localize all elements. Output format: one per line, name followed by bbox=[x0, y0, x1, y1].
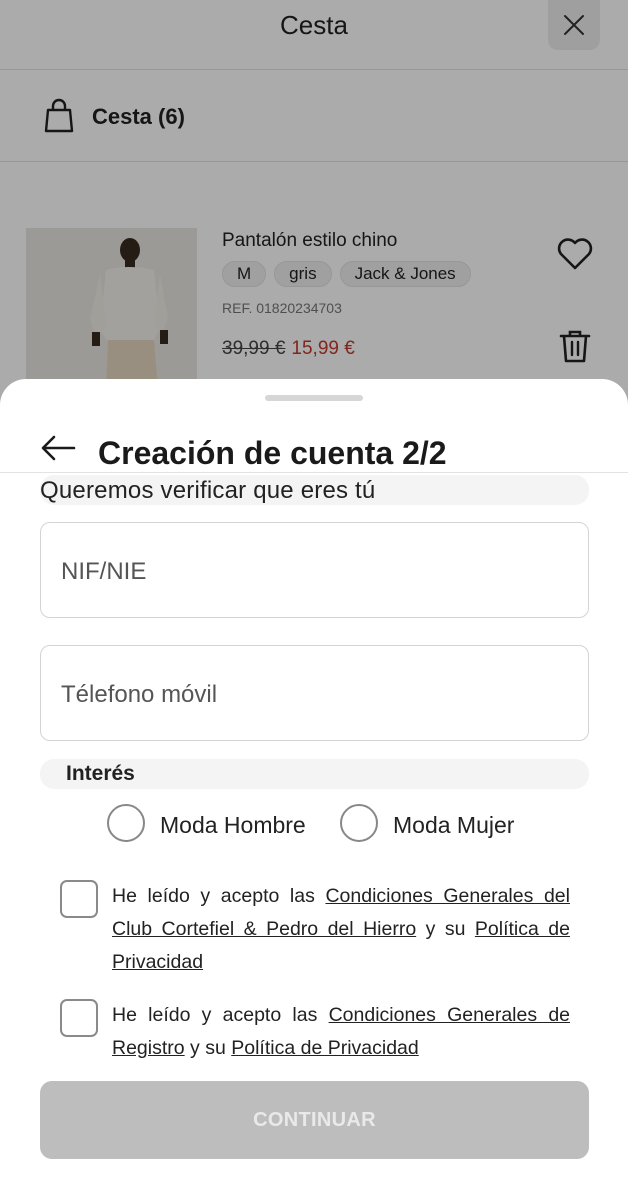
radio-women-label[interactable]: Moda Mujer bbox=[393, 812, 514, 839]
nif-placeholder: NIF/NIE bbox=[61, 558, 147, 585]
back-arrow-icon[interactable] bbox=[40, 434, 76, 462]
consent-prefix: He leído y acepto las bbox=[112, 1004, 329, 1026]
account-creation-sheet: Creación de cuenta 2/2 Queremos verifica… bbox=[0, 379, 628, 1200]
consent-prefix: He leído y acepto las bbox=[112, 885, 326, 907]
continue-label: CONTINUAR bbox=[253, 1108, 376, 1131]
radio-men-label[interactable]: Moda Hombre bbox=[160, 812, 306, 839]
consent-middle: y su bbox=[416, 918, 475, 940]
radio-women-fashion[interactable] bbox=[340, 804, 378, 842]
continue-button[interactable]: CONTINUAR bbox=[40, 1081, 589, 1159]
club-terms-checkbox[interactable] bbox=[60, 880, 98, 918]
radio-men-fashion[interactable] bbox=[107, 804, 145, 842]
nif-input[interactable]: NIF/NIE bbox=[40, 522, 589, 618]
sheet-header: Creación de cuenta 2/2 bbox=[0, 419, 628, 473]
phone-input[interactable]: Télefono móvil bbox=[40, 645, 589, 741]
phone-placeholder: Télefono móvil bbox=[61, 681, 218, 708]
interest-heading: Interés bbox=[66, 762, 135, 785]
consent-middle: y su bbox=[184, 1037, 232, 1059]
registration-terms-checkbox[interactable] bbox=[60, 999, 98, 1037]
privacy-policy-link[interactable]: Política de Privacidad bbox=[231, 1037, 419, 1059]
verify-heading: Queremos verificar que eres tú bbox=[40, 477, 376, 504]
club-terms-text: He leído y acepto las Condiciones Genera… bbox=[112, 880, 570, 979]
sheet-drag-handle[interactable] bbox=[265, 395, 363, 401]
sheet-title: Creación de cuenta 2/2 bbox=[98, 435, 447, 471]
registration-terms-text: He leído y acepto las Condiciones Genera… bbox=[112, 999, 570, 1065]
